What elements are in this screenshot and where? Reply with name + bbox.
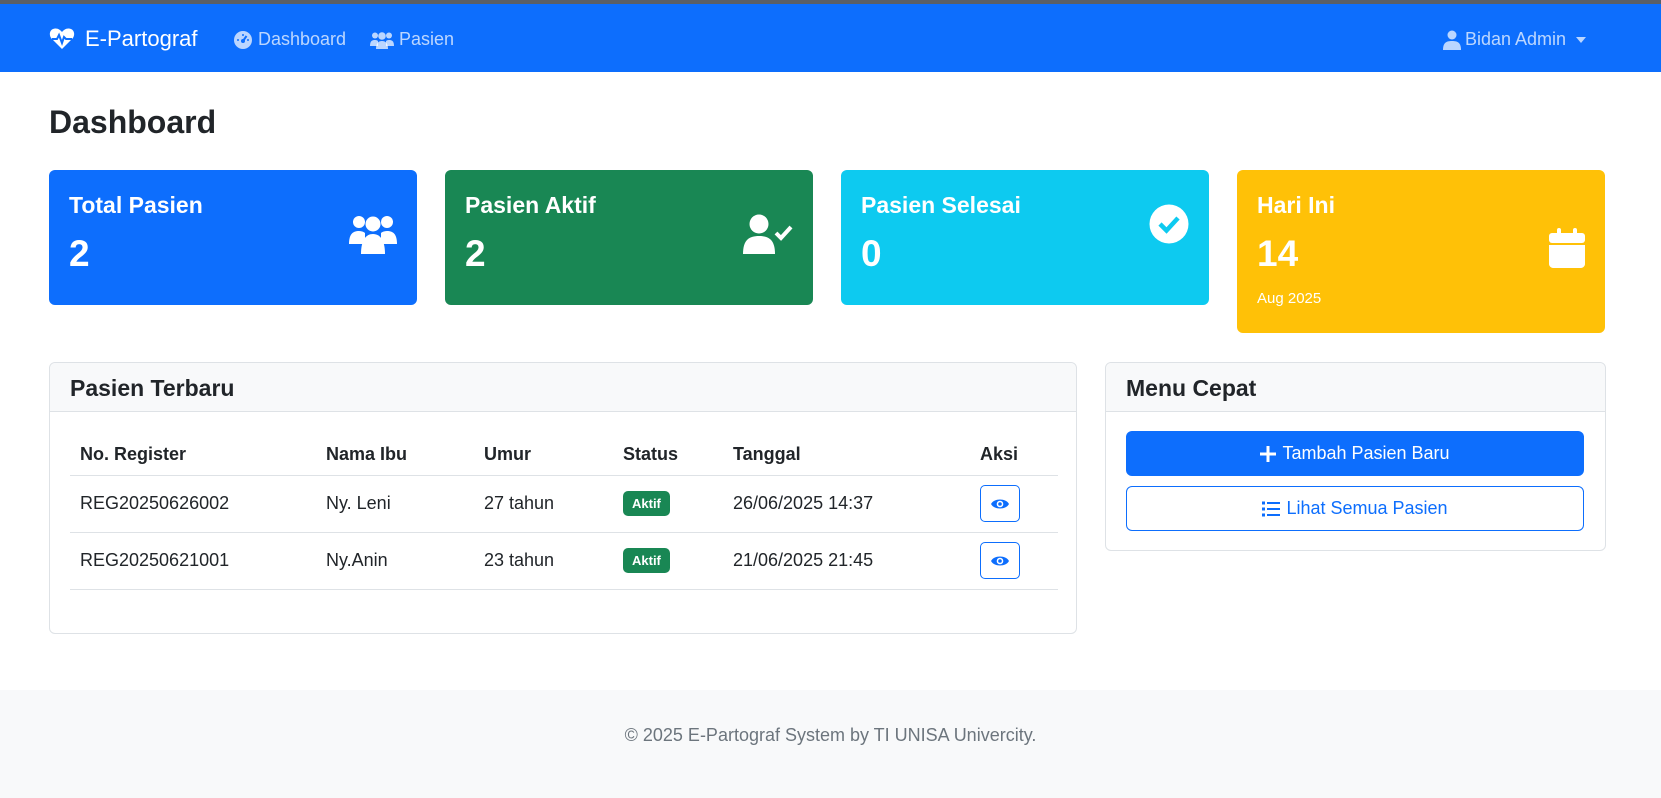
- column-header: Nama Ibu: [316, 435, 474, 476]
- date-cell: 21/06/2025 21:45: [723, 532, 970, 590]
- quick-menu-title: Menu Cepat: [1106, 363, 1605, 412]
- eye-icon: [991, 499, 1009, 508]
- column-header: No. Register: [70, 435, 316, 476]
- page-footer: © 2025 E-Partograf System by TI UNISA Un…: [0, 690, 1661, 798]
- stat-sub-date: Aug 2025: [1257, 290, 1322, 307]
- view-patient-button[interactable]: [980, 485, 1020, 522]
- stat-card-pasien-aktif: Pasien Aktif 2: [445, 170, 813, 305]
- eye-icon: [991, 556, 1009, 565]
- user-icon: [1443, 30, 1461, 50]
- nav-dashboard-label: Dashboard: [258, 29, 347, 49]
- column-header: Tanggal: [723, 435, 970, 476]
- stat-value: 2: [465, 233, 486, 274]
- users-icon: [349, 216, 397, 254]
- tachometer-icon: [234, 30, 252, 49]
- name-cell: Ny.Anin: [316, 532, 474, 590]
- recent-patients-panel: Pasien Terbaru No. Register Nama Ibu Umu…: [49, 362, 1077, 634]
- status-cell: Aktif: [613, 475, 723, 533]
- recent-patients-table: No. Register Nama Ibu Umur Status Tangga…: [70, 435, 1058, 590]
- users-icon: [370, 31, 394, 49]
- list-icon: [1262, 501, 1281, 516]
- view-patient-button[interactable]: [980, 542, 1020, 579]
- footer-copyright: © 2025 E-Partograf System by TI UNISA Un…: [624, 725, 1037, 745]
- action-cell: [970, 532, 1058, 590]
- stat-label: Hari Ini: [1257, 192, 1335, 218]
- stat-label: Pasien Aktif: [465, 192, 596, 218]
- status-badge: Aktif: [623, 548, 670, 573]
- view-all-patients-button[interactable]: Lihat Semua Pasien: [1126, 486, 1584, 531]
- stat-value: 2: [69, 233, 90, 274]
- column-header: Umur: [474, 435, 613, 476]
- stat-card-hari-ini: Hari Ini 14 Aug 2025: [1237, 170, 1605, 333]
- stat-label: Pasien Selesai: [861, 192, 1021, 218]
- heartbeat-icon: [49, 28, 75, 49]
- quick-menu-panel: Menu Cepat Tambah Pasien Baru Lihat Semu…: [1105, 362, 1606, 551]
- nav-link-dashboard[interactable]: Dashboard: [233, 29, 346, 50]
- stat-value: 14: [1257, 233, 1299, 274]
- user-name: Bidan Admin: [1465, 29, 1567, 49]
- top-navbar: E-Partograf Dashboard Pasien Bidan Admin: [0, 4, 1661, 72]
- name-cell: Ny. Leni: [316, 475, 474, 533]
- add-patient-button[interactable]: Tambah Pasien Baru: [1126, 431, 1584, 476]
- view-all-patients-label: Lihat Semua Pasien: [1286, 498, 1448, 518]
- table-header-row: No. Register Nama Ibu Umur Status Tangga…: [70, 435, 1058, 476]
- action-cell: [970, 475, 1058, 533]
- column-header: Status: [613, 435, 723, 476]
- register-cell: REG20250621001: [70, 532, 316, 590]
- calendar-icon: [1549, 228, 1585, 268]
- stat-value: 0: [861, 233, 882, 274]
- brand-name: E-Partograf: [85, 26, 198, 51]
- user-dropdown[interactable]: Bidan Admin: [1443, 29, 1587, 50]
- status-badge: Aktif: [623, 491, 670, 516]
- stat-card-pasien-selesai: Pasien Selesai 0: [841, 170, 1209, 305]
- check-circle-icon: [1149, 204, 1189, 244]
- brand-link[interactable]: E-Partograf: [49, 26, 198, 52]
- user-check-icon: [743, 214, 793, 254]
- status-cell: Aktif: [613, 532, 723, 590]
- page-title: Dashboard: [49, 104, 217, 140]
- stat-label: Total Pasien: [69, 192, 203, 218]
- age-cell: 27 tahun: [474, 475, 613, 533]
- date-cell: 26/06/2025 14:37: [723, 475, 970, 533]
- stat-card-total-pasien: Total Pasien 2: [49, 170, 417, 305]
- nav-pasien-label: Pasien: [399, 29, 455, 49]
- age-cell: 23 tahun: [474, 532, 613, 590]
- table-row: REG20250626002 Ny. Leni 27 tahun Aktif 2…: [70, 475, 1058, 533]
- recent-patients-title: Pasien Terbaru: [50, 363, 1076, 412]
- column-header: Aksi: [970, 435, 1058, 476]
- table-row: REG20250621001 Ny.Anin 23 tahun Aktif 21…: [70, 532, 1058, 590]
- add-patient-label: Tambah Pasien Baru: [1282, 443, 1450, 463]
- plus-icon: [1260, 445, 1277, 462]
- caret-down-icon: [1576, 36, 1587, 43]
- nav-link-pasien[interactable]: Pasien: [370, 29, 454, 50]
- register-cell: REG20250626002: [70, 475, 316, 533]
